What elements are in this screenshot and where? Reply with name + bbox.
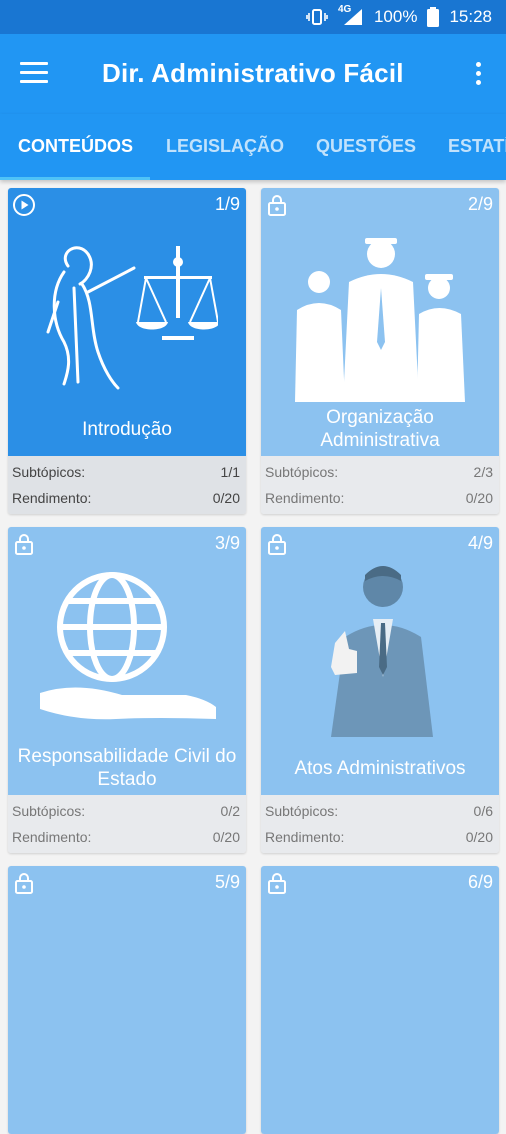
battery-icon — [427, 7, 440, 27]
lock-icon — [12, 532, 36, 556]
status-bar: 4G 100% 15:28 — [0, 0, 506, 34]
card-index: 5/9 — [214, 872, 240, 892]
yield-label: Rendimento: — [265, 829, 345, 845]
subtopics-value: 2/3 — [473, 464, 493, 480]
yield-label: Rendimento: — [12, 490, 92, 506]
content-card-responsabilidade-civil[interactable]: 3/9 Responsabilidade Civil do Estado Sub… — [8, 527, 246, 853]
subtopics-label: Subtópicos: — [12, 803, 86, 819]
network-type: 4G — [337, 4, 352, 15]
app-title: Dir. Administrativo Fácil — [102, 58, 404, 88]
yield-value: 0/20 — [465, 829, 493, 845]
menu-icon[interactable] — [20, 62, 48, 86]
tab-questoes[interactable]: QUESTÕES — [316, 136, 416, 157]
yield-label: Rendimento: — [265, 490, 345, 506]
subtopics-label: Subtópicos: — [265, 803, 339, 819]
yield-value: 0/20 — [212, 829, 240, 845]
globe-hand-illustration — [40, 572, 216, 720]
content-card-6[interactable]: 6/9 — [261, 866, 499, 1134]
content-card-organizacao-administrativa[interactable]: 2/9 Organização Administrativa Subtópico… — [261, 188, 499, 514]
card-index: 2/9 — [467, 194, 493, 214]
subtopics-value: 0/6 — [473, 803, 493, 819]
lock-icon — [265, 871, 289, 895]
subtopics-label: Subtópicos: — [12, 464, 86, 480]
justice-scale-illustration — [46, 246, 218, 390]
card-index: 6/9 — [467, 872, 493, 892]
card-title: Introdução — [82, 419, 172, 440]
card-index: 4/9 — [467, 533, 493, 553]
yield-value: 0/20 — [465, 490, 493, 506]
tab-legislacao[interactable]: LEGISLAÇÃO — [166, 136, 284, 157]
card-title: Organização Administrativa — [320, 407, 440, 451]
tab-conteudos[interactable]: CONTEÚDOS — [18, 136, 133, 157]
subtopics-value: 0/2 — [220, 803, 240, 819]
yield-value: 0/20 — [212, 490, 240, 506]
lock-icon — [265, 532, 289, 556]
card-index: 3/9 — [214, 533, 240, 553]
content-card-introducao[interactable]: 1/9 Introdução Subtópicos: 1/1 Rendiment… — [8, 188, 246, 514]
yield-label: Rendimento: — [12, 829, 92, 845]
tab-estatisticas[interactable]: ESTATÍSTICAS — [448, 136, 506, 157]
lock-icon — [265, 193, 289, 217]
tab-indicator — [0, 177, 150, 180]
signal-icon: 4G — [337, 4, 364, 27]
lock-icon — [12, 871, 36, 895]
clock: 15:28 — [449, 7, 492, 26]
vibrate-icon — [306, 8, 328, 26]
card-title: Responsabilidade Civil do Estado — [17, 746, 237, 790]
content-card-5[interactable]: 5/9 — [8, 866, 246, 1134]
subtopics-label: Subtópicos: — [265, 464, 339, 480]
thumbs-up-businessman-illustration — [331, 566, 433, 737]
card-index: 1/9 — [214, 194, 240, 214]
tab-bar: CONTEÚDOS LEGISLAÇÃO QUESTÕES ESTATÍSTIC… — [0, 114, 506, 180]
battery-level: 100% — [373, 7, 418, 26]
play-icon — [12, 193, 36, 217]
card-title: Atos Administrativos — [294, 758, 466, 779]
more-options-icon[interactable] — [476, 62, 482, 89]
content-card-atos-administrativos[interactable]: 4/9 Atos Administrativos Subtópicos: 0/6 … — [261, 527, 499, 853]
business-people-illustration — [295, 238, 465, 402]
app-bar: Dir. Administrativo Fácil — [0, 34, 506, 114]
subtopics-value: 1/1 — [220, 464, 240, 480]
